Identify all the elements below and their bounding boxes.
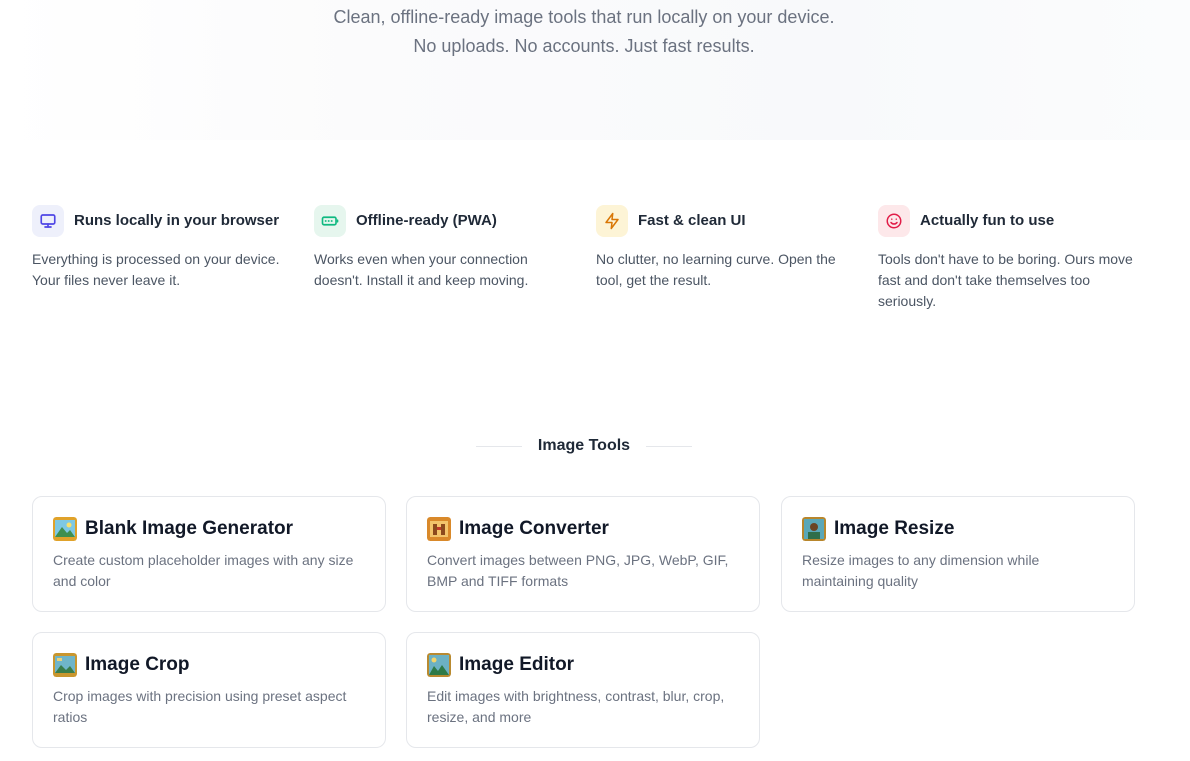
tool-card-image-resize[interactable]: Image Resize Resize images to any dimens… bbox=[781, 496, 1135, 612]
landscape-icon bbox=[53, 517, 77, 541]
feature-runs-locally: Runs locally in your browser Everything … bbox=[32, 204, 294, 291]
feature-title: Fast & clean UI bbox=[638, 212, 746, 229]
resize-icon bbox=[802, 517, 826, 541]
crop-icon bbox=[53, 653, 77, 677]
tool-title: Image Converter bbox=[459, 518, 609, 539]
tool-description: Crop images with precision using preset … bbox=[53, 688, 347, 725]
tool-description: Create custom placeholder images with an… bbox=[53, 552, 354, 589]
feature-fast-clean: Fast & clean UI No clutter, no learning … bbox=[596, 204, 858, 291]
tool-title: Image Editor bbox=[459, 654, 575, 675]
tool-description: Resize images to any dimension while mai… bbox=[802, 552, 1040, 589]
battery-icon bbox=[314, 204, 346, 237]
feature-title: Runs locally in your browser bbox=[74, 212, 280, 229]
feature-fun-to-use: Actually fun to use Tools don't have to … bbox=[878, 204, 1140, 312]
hero-subtitle: Clean, offline-ready image tools that ru… bbox=[333, 7, 835, 27]
divider bbox=[646, 445, 693, 447]
monitor-icon bbox=[32, 204, 64, 237]
tool-title: Blank Image Generator bbox=[85, 518, 294, 539]
tool-card-image-editor[interactable]: Image Editor Edit images with brightness… bbox=[406, 632, 760, 748]
feature-title: Offline-ready (PWA) bbox=[356, 212, 497, 229]
tool-description: Convert images between PNG, JPG, WebP, G… bbox=[427, 552, 729, 589]
smile-icon bbox=[878, 204, 910, 237]
tool-card-blank-image-generator[interactable]: Blank Image Generator Create custom plac… bbox=[32, 496, 386, 612]
lightning-icon bbox=[596, 204, 628, 237]
feature-description: Works even when your connection doesn't.… bbox=[314, 251, 529, 288]
feature-title: Actually fun to use bbox=[920, 212, 1055, 229]
section-title: Image Tools bbox=[537, 437, 631, 454]
divider bbox=[475, 445, 522, 447]
tool-card-image-crop[interactable]: Image Crop Crop images with precision us… bbox=[32, 632, 386, 748]
feature-description: Everything is processed on your device. … bbox=[32, 251, 280, 288]
feature-description: No clutter, no learning curve. Open the … bbox=[596, 251, 836, 288]
hero-section: Clean, offline-ready image tools that ru… bbox=[0, 0, 1190, 140]
feature-description: Tools don't have to be boring. Ours move… bbox=[878, 251, 1133, 309]
converter-icon bbox=[427, 517, 451, 541]
tool-description: Edit images with brightness, contrast, b… bbox=[427, 688, 725, 725]
tool-card-image-converter[interactable]: Image Converter Convert images between P… bbox=[406, 496, 760, 612]
tool-title: Image Crop bbox=[85, 654, 190, 675]
feature-offline-ready: Offline-ready (PWA) Works even when your… bbox=[314, 204, 576, 291]
image-tools-heading: Image Tools bbox=[0, 434, 1168, 458]
hero-tagline: No uploads. No accounts. Just fast resul… bbox=[413, 36, 755, 56]
editor-icon bbox=[427, 653, 451, 677]
tool-title: Image Resize bbox=[834, 518, 955, 539]
